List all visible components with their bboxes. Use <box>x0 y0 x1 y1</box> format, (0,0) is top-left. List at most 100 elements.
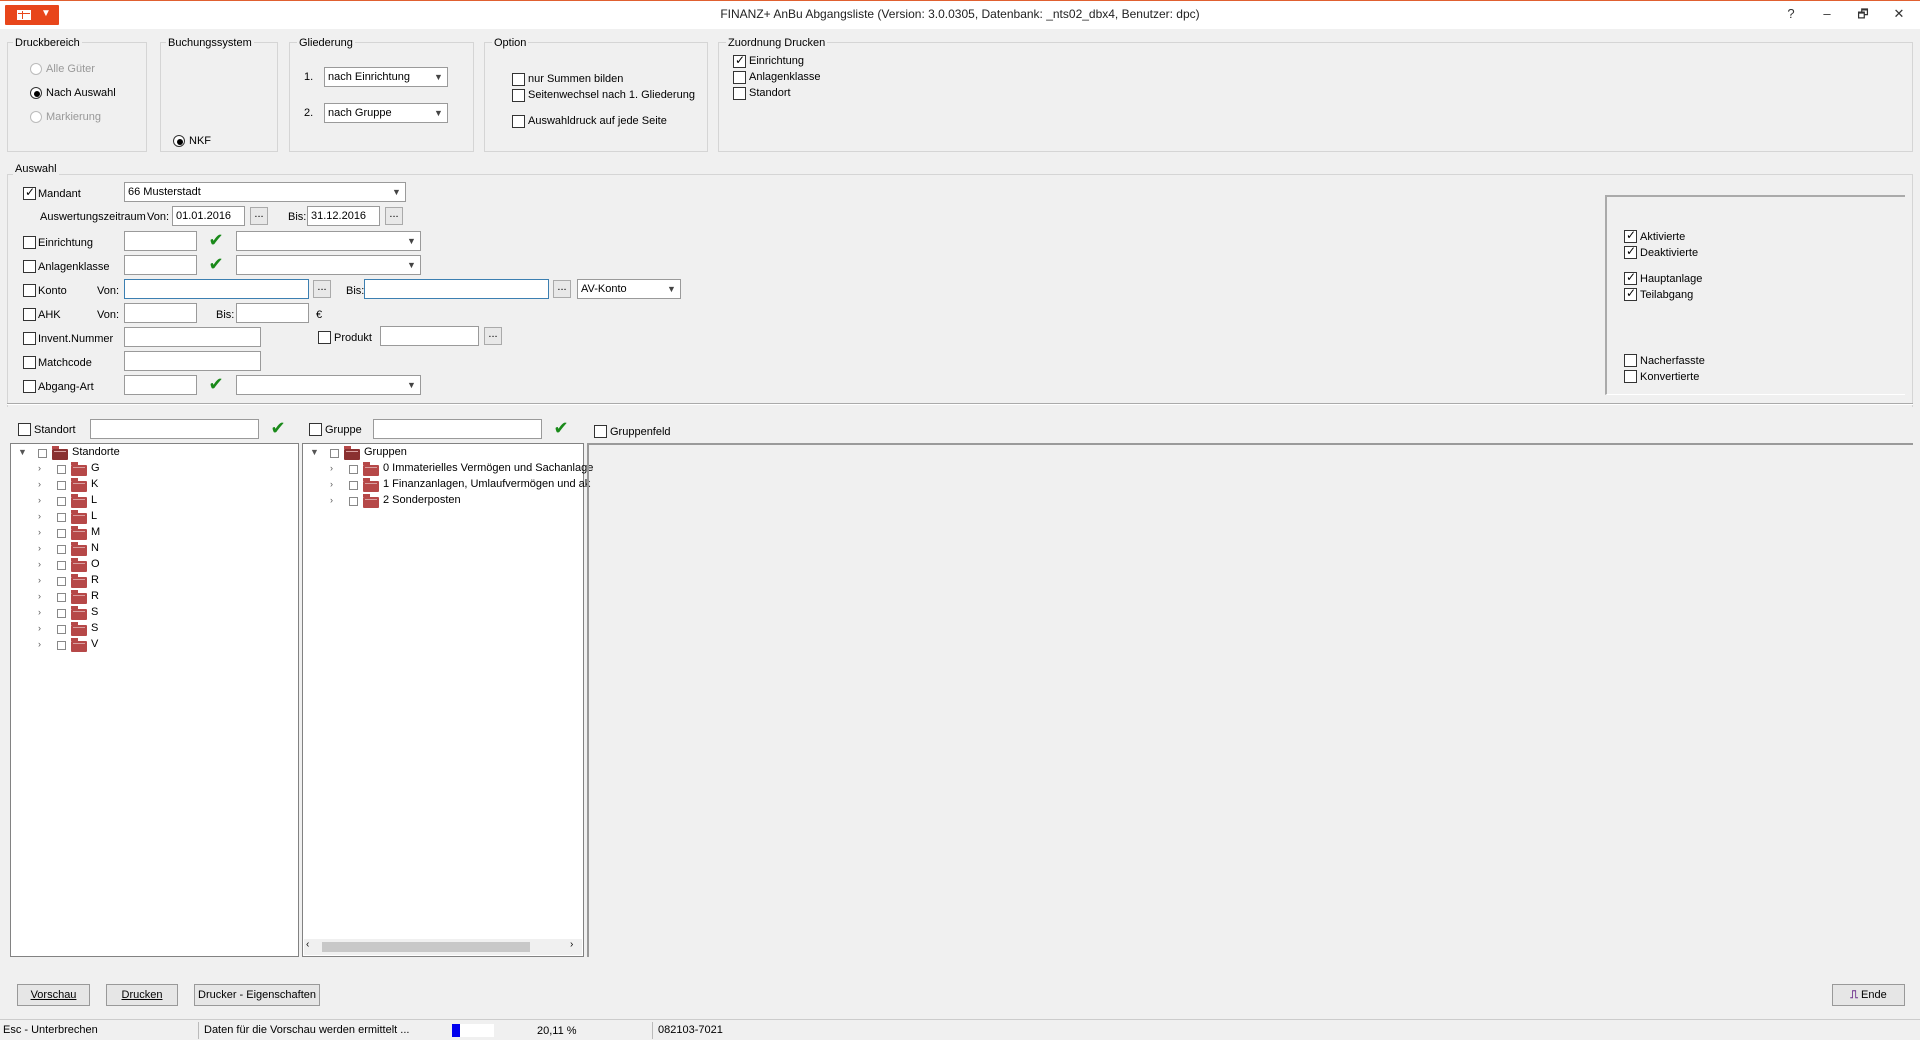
checkbox-zuordnung-standort[interactable] <box>733 87 746 100</box>
tree-item-label[interactable]: N <box>91 542 99 558</box>
zeitraum-von-picker-button[interactable]: ... <box>250 207 268 225</box>
produkt-picker-button[interactable]: ... <box>484 327 502 345</box>
scroll-left-icon[interactable]: ‹ <box>306 939 309 950</box>
tree-checkbox[interactable] <box>57 497 66 506</box>
tree-item-label[interactable]: L <box>91 510 97 526</box>
checkbox-einrichtung[interactable] <box>23 236 36 249</box>
tree-item-label[interactable]: R <box>91 590 99 606</box>
checkbox-produkt[interactable] <box>318 331 331 344</box>
radio-nkf[interactable] <box>173 135 185 147</box>
chevron-right-icon[interactable]: › <box>330 495 333 505</box>
radio-markierung[interactable] <box>30 111 42 123</box>
tree-checkbox[interactable] <box>57 625 66 634</box>
tree-checkbox[interactable] <box>38 449 47 458</box>
tree-item-label[interactable]: L <box>91 494 97 510</box>
chevron-right-icon[interactable]: › <box>38 463 41 473</box>
restore-button[interactable]: 🗗 <box>1845 4 1881 24</box>
gliederung-1-select[interactable]: nach Einrichtung ▼ <box>324 67 448 87</box>
checkbox-matchcode[interactable] <box>23 356 36 369</box>
tree-item-label[interactable]: 0 Immaterielles Vermögen und Sachanlage <box>383 462 593 478</box>
abgang-art-select[interactable]: ▼ <box>236 375 421 395</box>
tree-item-label[interactable]: G <box>91 462 100 478</box>
tree-checkbox[interactable] <box>349 465 358 474</box>
checkbox-anlagenklasse[interactable] <box>23 260 36 273</box>
drucken-button[interactable]: Drucken <box>106 984 178 1006</box>
tree-item-label[interactable]: O <box>91 558 100 574</box>
tree-checkbox[interactable] <box>57 529 66 538</box>
gruppe-apply-check-icon[interactable]: ✔ <box>551 419 571 439</box>
help-button[interactable]: ? <box>1773 4 1809 24</box>
checkbox-zuordnung-einrichtung[interactable] <box>733 53 746 68</box>
tree-checkbox[interactable] <box>57 481 66 490</box>
anlagenklasse-apply-check-icon[interactable]: ✔ <box>206 255 226 275</box>
tree-checkbox[interactable] <box>57 513 66 522</box>
tree-item-label[interactable]: 2 Sonderposten <box>383 494 461 510</box>
close-button[interactable]: ✕ <box>1881 4 1917 24</box>
chevron-down-icon[interactable]: ▼ <box>18 447 27 457</box>
tree-item-label[interactable]: V <box>91 638 98 654</box>
abgang-art-apply-check-icon[interactable]: ✔ <box>206 375 226 395</box>
checkbox-ahk[interactable] <box>23 308 36 321</box>
konto-bis-input[interactable] <box>364 279 549 299</box>
chevron-right-icon[interactable]: › <box>38 479 41 489</box>
checkbox-standort[interactable] <box>18 423 31 436</box>
anlagenklasse-input[interactable] <box>124 255 197 275</box>
einrichtung-select[interactable]: ▼ <box>236 231 421 251</box>
einrichtung-input[interactable] <box>124 231 197 251</box>
checkbox-hauptanlage[interactable] <box>1624 270 1637 285</box>
matchcode-input[interactable] <box>124 351 261 371</box>
checkbox-nacherfasste[interactable] <box>1624 354 1637 367</box>
chevron-right-icon[interactable]: › <box>38 559 41 569</box>
tree-item-label[interactable]: S <box>91 606 98 622</box>
checkbox-zuordnung-anlagenklasse[interactable] <box>733 71 746 84</box>
chevron-right-icon[interactable]: › <box>38 591 41 601</box>
tree-item-label[interactable]: S <box>91 622 98 638</box>
chevron-right-icon[interactable]: › <box>38 575 41 585</box>
chevron-right-icon[interactable]: › <box>38 639 41 649</box>
checkbox-gruppe[interactable] <box>309 423 322 436</box>
standort-apply-check-icon[interactable]: ✔ <box>268 419 288 439</box>
konto-von-input[interactable] <box>124 279 309 299</box>
checkbox-konto[interactable] <box>23 284 36 297</box>
abgang-art-input[interactable] <box>124 375 197 395</box>
ende-button[interactable]: ⎍ Ende <box>1832 984 1905 1006</box>
ahk-bis-input[interactable] <box>236 303 309 323</box>
checkbox-aktivierte[interactable] <box>1624 228 1637 243</box>
checkbox-teilabgang[interactable] <box>1624 286 1637 301</box>
checkbox-auswahldruck[interactable] <box>512 115 525 128</box>
chevron-right-icon[interactable]: › <box>330 463 333 473</box>
zeitraum-von-input[interactable]: 01.01.2016 <box>172 206 245 226</box>
checkbox-gruppenfeld[interactable] <box>594 425 607 438</box>
checkbox-invent-nummer[interactable] <box>23 332 36 345</box>
tree-checkbox[interactable] <box>57 561 66 570</box>
chevron-right-icon[interactable]: › <box>38 495 41 505</box>
radio-alle-gueter[interactable] <box>30 63 42 75</box>
tree-item-label[interactable]: R <box>91 574 99 590</box>
tree-root-label[interactable]: Gruppen <box>364 446 407 462</box>
ahk-von-input[interactable] <box>124 303 197 323</box>
tree-checkbox[interactable] <box>349 481 358 490</box>
chevron-right-icon[interactable]: › <box>330 479 333 489</box>
chevron-right-icon[interactable]: › <box>38 527 41 537</box>
tree-checkbox[interactable] <box>57 609 66 618</box>
zeitraum-bis-picker-button[interactable]: ... <box>385 207 403 225</box>
mandant-select[interactable]: 66 Musterstadt ▼ <box>124 182 406 202</box>
checkbox-seitenwechsel[interactable] <box>512 89 525 102</box>
gliederung-2-select[interactable]: nach Gruppe ▼ <box>324 103 448 123</box>
chevron-down-icon[interactable]: ▼ <box>310 447 319 457</box>
anlagenklasse-select[interactable]: ▼ <box>236 255 421 275</box>
zeitraum-bis-input[interactable]: 31.12.2016 <box>307 206 380 226</box>
tree-checkbox[interactable] <box>57 577 66 586</box>
konto-von-picker-button[interactable]: ... <box>313 280 331 298</box>
tree-item-label[interactable]: M <box>91 526 100 542</box>
invent-nummer-input[interactable] <box>124 327 261 347</box>
tree-checkbox[interactable] <box>57 593 66 602</box>
horizontal-scrollbar[interactable]: ‹ › <box>304 939 582 955</box>
chevron-right-icon[interactable]: › <box>38 543 41 553</box>
tree-item-label[interactable]: K <box>91 478 98 494</box>
produkt-input[interactable] <box>380 326 479 346</box>
scrollbar-thumb[interactable] <box>322 942 530 952</box>
drucker-eigenschaften-button[interactable]: Drucker - Eigenschaften <box>194 984 320 1006</box>
radio-nach-auswahl[interactable] <box>30 87 42 99</box>
tree-item-label[interactable]: 1 Finanzanlagen, Umlaufvermögen und ak <box>383 478 590 494</box>
